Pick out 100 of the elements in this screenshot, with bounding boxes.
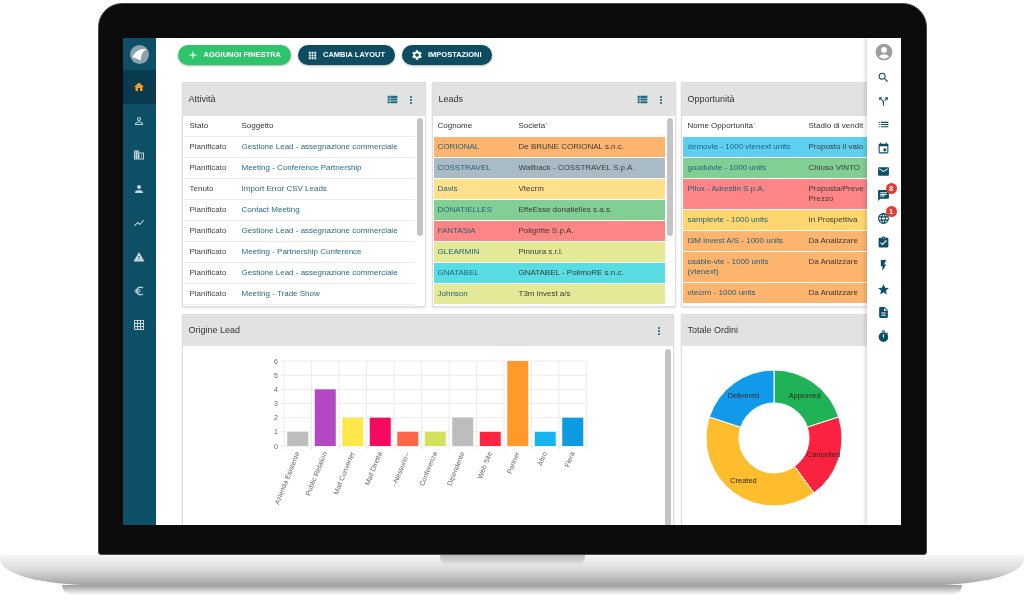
table-cell: Gestione Lead - assegnazione commerciale [241, 141, 398, 153]
panel-title: Origine Lead [188, 323, 242, 337]
table-cell-text: Davis [437, 183, 459, 195]
table-row[interactable]: Johnson T3m invest a/s [433, 284, 665, 304]
table-row[interactable]: Davis Vtecrm [433, 179, 665, 199]
table-cell: Chiuso VINTO [808, 163, 860, 173]
scrollbar[interactable] [416, 118, 423, 236]
table-cell: Proposto il valo [808, 142, 864, 152]
table-cell: De BRUNE CORIONAL s.n.c. [518, 141, 624, 153]
table-cell-text: Pilux - Adrestin S.p.A. [687, 184, 766, 194]
clipboard-check-icon[interactable] [877, 235, 890, 249]
table-cell-text: GNATABEL [437, 267, 480, 279]
bar [341, 417, 363, 446]
line-chart-icon [133, 217, 145, 229]
table-cell-text: DONATIELLES [437, 204, 494, 216]
table-cell: EffeEsse donatielles s.a.s. [518, 204, 613, 216]
table-cell-text: samplevte - 1000 units [687, 215, 769, 225]
table-cell-text: COSSTRAVEL [437, 162, 492, 174]
list-view-icon[interactable] [635, 93, 649, 106]
stopwatch-icon[interactable] [877, 329, 890, 343]
table-cell-text: Pianificato [189, 267, 228, 279]
document-icon[interactable] [877, 306, 890, 320]
panel-title: Attività [188, 92, 217, 106]
panel-title: Opportunità [687, 92, 736, 106]
table-row[interactable]: GLEARMIN Pinnura s.r.l. [433, 242, 665, 262]
table-cell: Gestione Lead - assegnazione commerciale [241, 225, 398, 237]
table-row[interactable]: usable-vte - 1000 units (vtenext) Da Analizzare [682, 252, 867, 282]
table-row[interactable]: Pilux - Adrestin S.p.A. Proposta/Preve Prezzo [682, 179, 867, 209]
table-row[interactable]: samplevte - 1000 units In Prospettiva [682, 210, 867, 230]
table-cell: T3m invest a/s [518, 288, 571, 300]
table-cell-text: t3M Invest A/S - 1000 units [687, 236, 785, 246]
table-cell: Da Analizzare [808, 288, 858, 298]
table-row[interactable]: DONATIELLES EffeEsse donatielles s.a.s. [433, 200, 665, 220]
table-cell-text: Pianificato [189, 141, 228, 153]
avatar-icon[interactable] [873, 42, 894, 62]
table-row[interactable]: GNATABEL GNATABEL - PolimoRE s.n.c. [433, 263, 665, 283]
person-outline-icon [133, 115, 145, 127]
column-header: Soggetto [241, 120, 274, 132]
mail-icon[interactable] [877, 165, 890, 179]
table-cell-text: Tenuto [189, 183, 215, 195]
table-cell-text: usable-vte - 1000 units (vtenext) [687, 257, 770, 277]
chat-icon[interactable] [877, 188, 890, 202]
column-header: Stato [189, 120, 210, 132]
bar [314, 389, 336, 446]
column-header: Cognome [437, 120, 474, 132]
table-cell: Da Analizzare [808, 257, 858, 267]
table-cell-text: gooduivte - 1000 units [687, 163, 768, 173]
scrollbar[interactable] [664, 349, 671, 525]
table-cell: Proposta/Preve Prezzo [808, 184, 864, 204]
list-view-icon[interactable] [385, 93, 399, 106]
globe-icon[interactable] [877, 212, 890, 226]
table-row[interactable]: demovte - 1000 vtenext units Proposto il valo [682, 137, 867, 157]
warning-icon [133, 251, 145, 263]
column-header: Societa` [518, 120, 548, 132]
column-header: Nome Opportunita` [687, 120, 757, 132]
table-cell: Wallback - COSSTRAVEL S.p.A. [518, 162, 635, 174]
table-cell: Poligritte S.p.A. [518, 225, 574, 237]
logo-icon[interactable] [129, 44, 149, 64]
table-cell: GNATABEL - PolimoRE s.n.c. [518, 267, 624, 279]
table-cell-text: Pianificato [189, 288, 228, 300]
calendar-icon[interactable] [877, 141, 890, 155]
table-cell-text: Pianificato [189, 246, 228, 258]
table-row[interactable]: CORIONAL De BRUNE CORIONAL s.n.c. [433, 137, 665, 157]
table-cell-text: Pianificato [189, 225, 228, 237]
star-icon[interactable] [877, 282, 890, 296]
table-row[interactable]: COSSTRAVEL Wallback - COSSTRAVEL S.p.A. [433, 158, 665, 178]
scrollbar[interactable] [666, 118, 673, 236]
bar [369, 417, 391, 446]
table-cell-text: vtecrm - 1000 units [687, 288, 757, 298]
table-cell-text: GLEARMIN [437, 246, 481, 258]
column-header: Stadio di vendit [808, 120, 864, 132]
table-row[interactable]: vtecrm - 1000 units Da Analizzare [682, 283, 867, 303]
bar [561, 417, 583, 446]
search-icon[interactable] [877, 71, 890, 85]
settings-icon [410, 49, 423, 61]
table-cell: Import Error CSV Leads [241, 183, 327, 195]
table-cell-text: CORIONAL [437, 141, 481, 153]
table-cell-text: Pianificato [189, 162, 228, 174]
table-cell-text: FANTASIA [437, 225, 477, 237]
building-icon [133, 149, 145, 161]
table-row[interactable]: gooduivte - 1000 units Chiuso VINTO [682, 158, 867, 178]
euro-icon [133, 285, 145, 297]
nav-item[interactable] [122, 70, 156, 104]
panel-title: Leads [438, 92, 465, 106]
table-row[interactable]: FANTASIA Poligritte S.p.A. [433, 221, 665, 241]
table-cell: Contact Meeting [241, 204, 300, 216]
table-cell: Da Analizzare [808, 236, 858, 246]
panel-title: Totale Ordini [687, 323, 740, 337]
table-cell: Meeting - Trade Show [241, 288, 320, 300]
grid-icon [307, 49, 318, 61]
table-cell: Vtecrm [518, 183, 544, 195]
table-row[interactable]: t3M Invest A/S - 1000 units Da Analizzare [682, 231, 867, 251]
table-cell-text: demovte - 1000 vtenext units [687, 142, 792, 152]
table-cell-text: Pianificato [189, 204, 228, 216]
fork-arrows-icon[interactable] [877, 94, 890, 108]
table-grid-icon [133, 319, 145, 331]
person-icon [133, 183, 145, 195]
table-cell: Meeting - Conference Partnership [241, 162, 362, 174]
table-cell: Pinnura s.r.l. [518, 246, 563, 258]
table-cell-text: Johnson [437, 288, 469, 300]
